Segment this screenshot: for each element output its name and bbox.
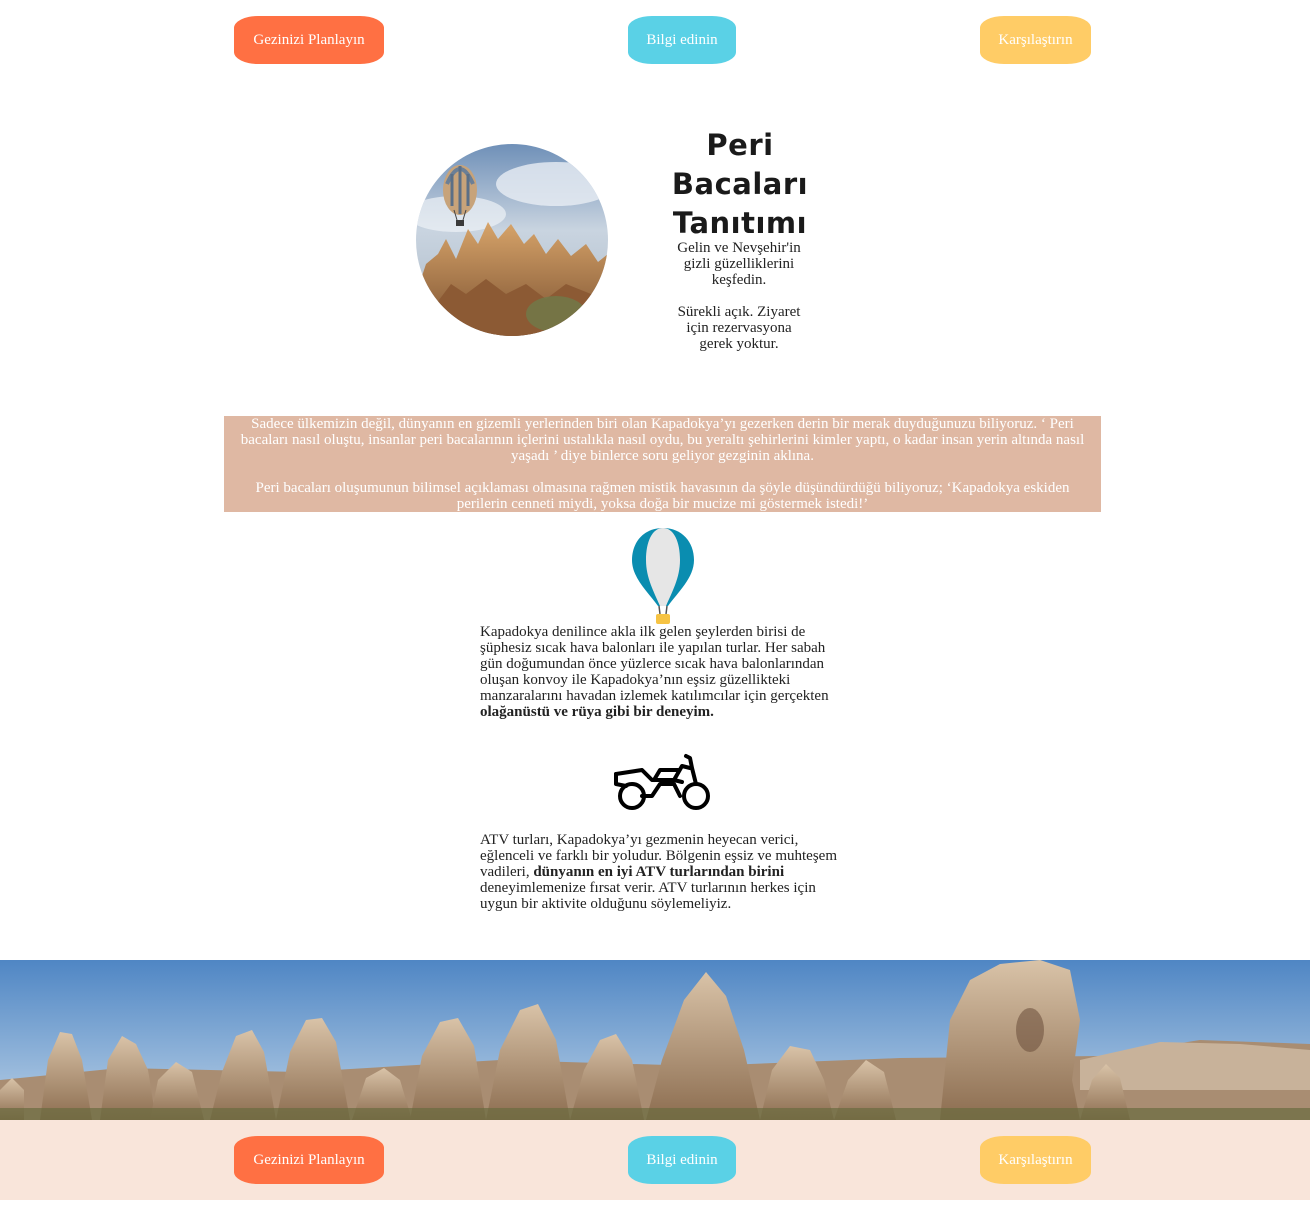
balloon-tour-highlight: olağanüstü ve rüya gibi bir deneyim. <box>480 704 714 720</box>
page-title: Peri Bacaları Tanıtımı <box>671 128 809 240</box>
hero-opening-text: Sürekli açık. Ziyaret için rezervasyona … <box>677 304 801 352</box>
balloon-tour-body: Kapadokya denilince akla ilk gelen şeyle… <box>480 624 829 704</box>
get-info-button[interactable]: Bilgi edinin <box>628 16 736 64</box>
footer-plan-trip-button[interactable]: Gezinizi Planlayın <box>234 1136 384 1184</box>
page: Gezinizi Planlayın Bilgi edinin Karşılaş… <box>0 0 1310 1232</box>
hero-balloon-photo <box>416 144 608 336</box>
compare-button[interactable]: Karşılaştırın <box>980 16 1091 64</box>
footer-nav: Gezinizi Planlayın Bilgi edinin Karşılaş… <box>0 1120 1310 1200</box>
intro-paragraph-2: Peri bacaları oluşumunun bilimsel açıkla… <box>255 480 1070 512</box>
atv-tour-body-2: deneyimlemenize fırsat verir. ATV turlar… <box>480 880 816 912</box>
balloon-tour-text: Kapadokya denilince akla ilk gelen şeyle… <box>480 624 842 720</box>
intro-paragraph-1: Sadece ülkemizin değil, dünyanın en gize… <box>240 416 1085 464</box>
footer-get-info-button[interactable]: Bilgi edinin <box>628 1136 736 1184</box>
plan-trip-button[interactable]: Gezinizi Planlayın <box>234 16 384 64</box>
intro-band: Sadece ülkemizin değil, dünyanın en gize… <box>224 416 1101 512</box>
atv-tour-text: ATV turları, Kapadokya’yı gezmenin heyec… <box>480 832 842 912</box>
footer-compare-button[interactable]: Karşılaştırın <box>980 1136 1091 1184</box>
atv-tour-highlight: dünyanın en iyi ATV turlarından birini <box>533 864 785 880</box>
fairy-chimneys-panorama <box>0 960 1310 1120</box>
motorcycle-icon <box>612 752 714 814</box>
hot-air-balloon-icon <box>630 526 696 626</box>
hero-intro-text: Gelin ve Nevşehir'in gizli güzelliklerin… <box>677 240 801 288</box>
